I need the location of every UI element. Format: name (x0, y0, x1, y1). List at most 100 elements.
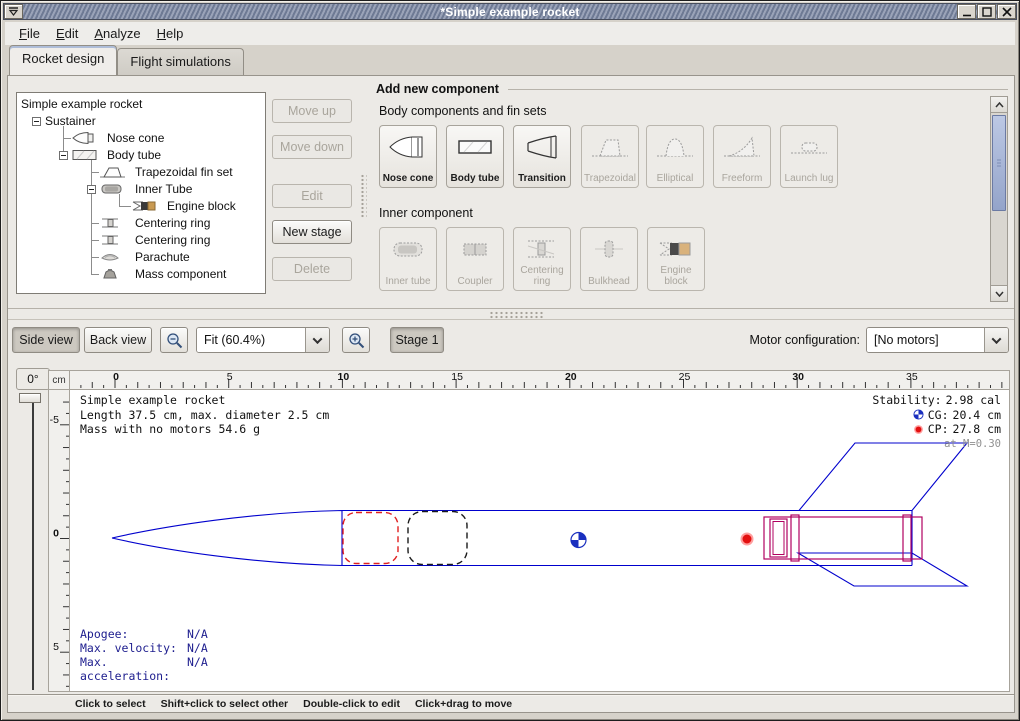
tree-item-centering-ring-2[interactable]: Centering ring (17, 232, 265, 249)
zoom-in-button[interactable] (342, 327, 370, 353)
hint-click-select: Click to select (75, 698, 146, 710)
tab-flight-simulations[interactable]: Flight simulations (117, 48, 243, 75)
menu-help[interactable]: Help (149, 23, 192, 44)
combo-arrow[interactable] (984, 328, 1008, 352)
add-freeform-fin-button[interactable]: Freeform (713, 125, 771, 188)
motor-configuration-combobox[interactable]: [No motors] (866, 327, 1009, 353)
menu-edit[interactable]: Edit (48, 23, 86, 44)
nose-cone-icon (71, 131, 99, 145)
move-down-button[interactable]: Move down (272, 135, 352, 159)
combo-arrow[interactable] (305, 328, 329, 352)
add-bulkhead-button[interactable]: Bulkhead (580, 227, 638, 291)
tree-item-nose-cone[interactable]: Nose cone (17, 130, 265, 147)
collapse-expander-icon[interactable] (59, 151, 68, 160)
tab-strip: Rocket design Flight simulations (9, 45, 244, 75)
tree-item-centering-ring-1[interactable]: Centering ring (17, 215, 265, 232)
body-tube-icon (453, 132, 497, 162)
tree-item-inner-tube[interactable]: Inner Tube (17, 181, 265, 198)
menu-analyze[interactable]: Analyze (86, 23, 148, 44)
svg-text:35: 35 (906, 371, 918, 383)
new-stage-button[interactable]: New stage (272, 220, 352, 244)
component-panel-scrollbar[interactable] (990, 96, 1008, 302)
tree-item-mass-component[interactable]: Mass component (17, 266, 265, 283)
rocket-info-text: Simple example rocket Length 37.5 cm, ma… (80, 393, 329, 437)
cp-marker (742, 534, 753, 545)
add-body-tube-button[interactable]: Body tube (446, 125, 504, 188)
bulkhead-icon (587, 234, 631, 264)
inner-tube-icon (386, 234, 430, 264)
body-tube-icon (71, 148, 99, 162)
nose-cone-shape[interactable] (112, 511, 342, 566)
collapse-expander-icon[interactable] (87, 185, 96, 194)
stage-1-toggle[interactable]: Stage 1 (390, 327, 444, 353)
add-inner-tube-button[interactable]: Inner tube (379, 227, 437, 291)
tree-item-body-tube[interactable]: Body tube (17, 147, 265, 164)
add-centering-ring-button[interactable]: Centering ring (513, 227, 571, 291)
parachute-icon (99, 250, 127, 264)
freeform-fin-icon (720, 132, 764, 162)
side-view-toggle[interactable]: Side view (12, 327, 80, 353)
move-up-button[interactable]: Move up (272, 99, 352, 123)
panel-splitter[interactable] (8, 308, 1014, 320)
component-tree[interactable]: Simple example rocket Sustainer Nose con… (16, 92, 266, 294)
motor-configuration-value: [No motors] (867, 328, 984, 352)
tree-item-fin-set[interactable]: Trapezoidal fin set (17, 164, 265, 181)
fin-upper-shape[interactable] (799, 443, 967, 511)
mass-component-shape[interactable] (408, 512, 467, 565)
close-button[interactable] (997, 4, 1016, 19)
scrollbar-up-button[interactable] (991, 97, 1007, 113)
trapezoidal-fin-icon (99, 165, 127, 179)
add-transition-button[interactable]: Transition (513, 125, 571, 188)
scrollbar-thumb[interactable] (992, 115, 1006, 211)
svg-text:0: 0 (53, 528, 59, 540)
fin-lower-shape[interactable] (798, 553, 967, 586)
edit-button[interactable]: Edit (272, 184, 352, 208)
vertical-splitter-handle[interactable] (360, 174, 367, 218)
title-bar[interactable]: *Simple example rocket (3, 3, 1017, 20)
add-engine-block-button[interactable]: Engine block (647, 227, 705, 291)
add-nose-cone-button[interactable]: Nose cone (379, 125, 437, 188)
add-component-title: Add new component (376, 82, 499, 96)
ruler-unit-label: cm (48, 370, 70, 390)
tree-item-engine-block[interactable]: Engine block (17, 198, 265, 215)
add-trapezoidal-fin-button[interactable]: Trapezoidal (581, 125, 639, 188)
cg-marker (571, 533, 586, 548)
svg-text:10: 10 (338, 371, 350, 383)
delete-button[interactable]: Delete (272, 257, 352, 281)
zoom-out-icon (166, 332, 183, 349)
rotation-slider-handle[interactable] (19, 393, 41, 403)
back-view-toggle[interactable]: Back view (84, 327, 152, 353)
maximize-button[interactable] (977, 4, 996, 19)
tree-item-stage[interactable]: Sustainer (17, 113, 265, 130)
parachute-shape[interactable] (343, 513, 398, 564)
rocket-view-canvas[interactable]: Simple example rocket Length 37.5 cm, ma… (70, 390, 1010, 692)
centering-ring-2-shape[interactable] (903, 515, 911, 561)
tree-item-parachute[interactable]: Parachute (17, 249, 265, 266)
minimize-button[interactable] (957, 4, 976, 19)
engine-block-icon (654, 234, 698, 264)
close-icon (1002, 7, 1012, 17)
zoom-level-combobox[interactable]: Fit (60.4%) (196, 327, 330, 353)
rotation-slider-track[interactable] (32, 398, 34, 690)
svg-text:25: 25 (679, 371, 691, 383)
svg-text:15: 15 (451, 371, 463, 383)
add-launch-lug-button[interactable]: Launch lug (780, 125, 838, 188)
menu-bar: File Edit Analyze Help (5, 22, 1015, 45)
zoom-out-button[interactable] (160, 327, 188, 353)
scrollbar-down-button[interactable] (991, 285, 1007, 301)
coupler-icon (453, 234, 497, 264)
add-elliptical-fin-button[interactable]: Elliptical (646, 125, 704, 188)
splitter-handle[interactable] (489, 311, 543, 319)
svg-text:5: 5 (53, 641, 59, 653)
collapse-expander-icon[interactable] (32, 117, 41, 126)
tab-rocket-design[interactable]: Rocket design (9, 45, 117, 75)
centering-ring-1-shape[interactable] (791, 515, 799, 561)
window-menu-button[interactable] (4, 4, 23, 19)
engine-block-icon (131, 199, 159, 213)
body-tube-shape[interactable] (342, 511, 912, 566)
window-title: *Simple example rocket (4, 5, 1016, 19)
tree-item-rocket[interactable]: Simple example rocket (17, 96, 265, 113)
add-coupler-button[interactable]: Coupler (446, 227, 504, 291)
menu-file[interactable]: File (11, 23, 48, 44)
elliptical-fin-icon (653, 132, 697, 162)
